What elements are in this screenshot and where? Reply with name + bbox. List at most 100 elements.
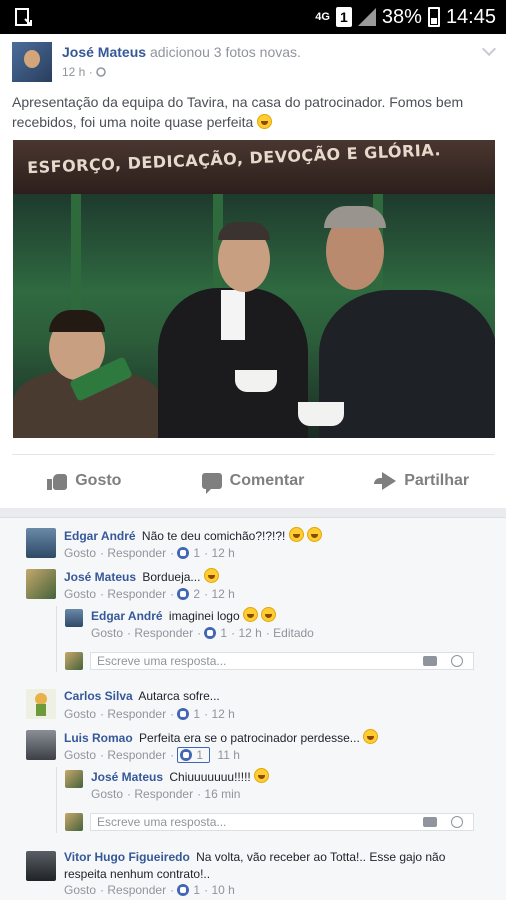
like-link[interactable]: Gosto bbox=[64, 546, 96, 560]
post-body: Apresentação da equipa do Tavira, na cas… bbox=[12, 94, 464, 130]
reply-link[interactable]: Responder bbox=[134, 787, 193, 801]
post-action: adicionou 3 fotos novas. bbox=[149, 44, 301, 60]
laughing-emoji-icon bbox=[242, 607, 258, 622]
thread-line bbox=[56, 606, 57, 672]
like-count[interactable]: 1 bbox=[193, 546, 200, 560]
like-count-badge[interactable]: 1 bbox=[177, 747, 211, 763]
like-count-icon bbox=[204, 627, 217, 639]
cup bbox=[235, 370, 277, 392]
laughing-emoji-icon bbox=[288, 527, 304, 542]
chevron-down-icon[interactable] bbox=[481, 41, 497, 57]
smiley-icon[interactable] bbox=[451, 655, 463, 667]
download-icon bbox=[15, 8, 32, 26]
comment-meta: Gosto · Responder · 2 · 12 h bbox=[64, 587, 235, 601]
avatar bbox=[65, 813, 83, 831]
like-count[interactable]: 2 bbox=[193, 587, 200, 601]
reply-placeholder: Escreve uma resposta... bbox=[97, 654, 227, 668]
avatar[interactable] bbox=[26, 569, 56, 599]
post-header: José Mateus adicionou 3 fotos novas. bbox=[62, 44, 301, 60]
share-label: Partilhar bbox=[404, 472, 470, 489]
commenter-name[interactable]: Edgar André bbox=[64, 529, 136, 543]
globe-icon bbox=[96, 67, 106, 77]
post-card: José Mateus adicionou 3 fotos novas. 12 … bbox=[0, 34, 506, 508]
avatar[interactable] bbox=[65, 609, 83, 627]
laughing-emoji-icon bbox=[203, 568, 219, 583]
reply-link[interactable]: Responder bbox=[107, 748, 166, 762]
comment-text: Edgar André Não te deu comichão?!?!?! bbox=[64, 527, 484, 545]
avatar[interactable] bbox=[12, 42, 52, 82]
reply-placeholder: Escreve uma resposta... bbox=[97, 815, 227, 829]
comment-body: Autarca sofre... bbox=[138, 689, 220, 703]
avatar[interactable] bbox=[26, 730, 56, 760]
like-count[interactable]: 1 bbox=[193, 707, 200, 721]
like-link[interactable]: Gosto bbox=[91, 787, 123, 801]
avatar bbox=[65, 652, 83, 670]
like-count-icon bbox=[180, 749, 193, 761]
share-button[interactable]: Partilhar bbox=[337, 456, 506, 506]
camera-icon[interactable] bbox=[423, 817, 437, 827]
like-count: 1 bbox=[196, 748, 204, 762]
commenter-name[interactable]: José Mateus bbox=[91, 770, 163, 784]
comment-body: Chiuuuuuuu!!!!! bbox=[169, 770, 251, 784]
post-timestamp[interactable]: 12 h · bbox=[62, 65, 106, 79]
comment-text: Luis Romao Perfeita era se o patrocinado… bbox=[64, 729, 484, 747]
reply-input[interactable]: Escreve uma resposta... bbox=[90, 652, 474, 670]
laughing-emoji-icon bbox=[257, 114, 273, 129]
commenter-name[interactable]: Vitor Hugo Figueiredo bbox=[64, 850, 190, 864]
avatar[interactable] bbox=[26, 528, 56, 558]
battery-percent: 38% bbox=[381, 5, 422, 28]
comment-meta: Gosto · Responder · 1 · 10 h bbox=[64, 883, 235, 897]
comment-meta: Gosto · Responder · 1 · 12 h bbox=[64, 707, 235, 721]
comment-meta: Gosto · Responder · 1 11 h bbox=[64, 747, 240, 763]
reply-link[interactable]: Responder bbox=[134, 626, 193, 640]
avatar[interactable] bbox=[26, 689, 56, 719]
comment-body: imaginei logo bbox=[168, 609, 240, 623]
reply-link[interactable]: Responder bbox=[107, 587, 166, 601]
commenter-name[interactable]: José Mateus bbox=[64, 570, 136, 584]
commenter-name[interactable]: Edgar André bbox=[91, 609, 163, 623]
author-name[interactable]: José Mateus bbox=[62, 44, 146, 60]
status-bar: 4G 1 38% 14:45 bbox=[0, 0, 506, 34]
comment-body: Bordueja... bbox=[142, 570, 201, 584]
comment-meta: Gosto · Responder · 1 · 12 h bbox=[64, 546, 235, 560]
like-link[interactable]: Gosto bbox=[64, 707, 96, 721]
like-link[interactable]: Gosto bbox=[64, 748, 96, 762]
laughing-emoji-icon bbox=[363, 729, 379, 744]
reply-link[interactable]: Responder bbox=[107, 883, 166, 897]
network-type: 4G bbox=[315, 11, 330, 23]
like-button[interactable]: Gosto bbox=[0, 456, 169, 506]
comment-body: Perfeita era se o patrocinador perdesse.… bbox=[139, 731, 360, 745]
avatar[interactable] bbox=[65, 770, 83, 788]
signal-icon bbox=[357, 8, 376, 26]
comment-time: 10 h bbox=[211, 883, 235, 897]
thread-line bbox=[56, 767, 57, 833]
comment-text: Vitor Hugo Figueiredo Na volta, vão rece… bbox=[64, 849, 484, 883]
post-text: Apresentação da equipa do Tavira, na cas… bbox=[12, 92, 492, 132]
smiley-icon[interactable] bbox=[451, 816, 463, 828]
comment-body: Não te deu comichão?!?!?! bbox=[141, 529, 286, 543]
like-label: Gosto bbox=[75, 472, 122, 489]
reply-link[interactable]: Responder bbox=[107, 707, 166, 721]
laughing-emoji-icon bbox=[261, 607, 277, 622]
like-count[interactable]: 1 bbox=[193, 883, 200, 897]
battery-icon bbox=[427, 7, 440, 27]
like-icon bbox=[47, 472, 68, 490]
like-link[interactable]: Gosto bbox=[64, 587, 96, 601]
commenter-name[interactable]: Luis Romao bbox=[64, 731, 133, 745]
like-count[interactable]: 1 bbox=[220, 626, 227, 640]
avatar[interactable] bbox=[26, 851, 56, 881]
reply-link[interactable]: Responder bbox=[107, 546, 166, 560]
like-link[interactable]: Gosto bbox=[91, 626, 123, 640]
comment-text: Carlos Silva Autarca sofre... bbox=[64, 688, 484, 705]
comment-button[interactable]: Comentar bbox=[169, 456, 338, 506]
laughing-emoji-icon bbox=[307, 527, 323, 542]
reply-input[interactable]: Escreve uma resposta... bbox=[90, 813, 474, 831]
camera-icon[interactable] bbox=[423, 656, 437, 666]
commenter-name[interactable]: Carlos Silva bbox=[64, 689, 133, 703]
sim-icon: 1 bbox=[335, 7, 352, 27]
post-photo[interactable]: ESFORÇO, DEDICAÇÃO, DEVOÇÃO E GLÓRIA. bbox=[13, 140, 495, 438]
photo-banner: ESFORÇO, DEDICAÇÃO, DEVOÇÃO E GLÓRIA. bbox=[13, 140, 495, 194]
edited-label[interactable]: Editado bbox=[273, 626, 314, 640]
reply-text: Edgar André imaginei logo bbox=[91, 607, 481, 625]
like-link[interactable]: Gosto bbox=[64, 883, 96, 897]
